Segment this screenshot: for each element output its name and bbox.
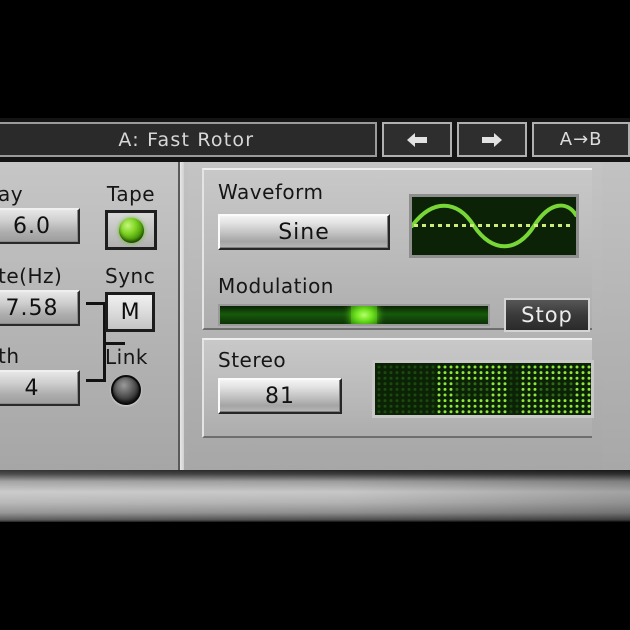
stereo-dot-matrix-icon [375,363,591,415]
plugin-window: A: Fast Rotor A→B ay 6.0 te(Hz) 7.58 th … [0,0,630,630]
delay-label: ay [0,182,24,206]
stop-button[interactable]: Stop [504,298,590,332]
sync-mode-value: M [120,299,140,325]
right-parameter-panel: Waveform Sine Modulation Stop Stereo 81 [188,162,602,470]
stereo-group: Stereo 81 [202,338,594,438]
width-value-field[interactable]: 4 [0,370,80,406]
arrow-left-icon [404,131,430,149]
rate-label: te(Hz) [0,264,63,288]
arrow-right-icon [479,131,505,149]
width-label: th [0,344,20,368]
waveform-label: Waveform [218,180,324,204]
preset-name-text: A: Fast Rotor [118,128,255,151]
sync-group: Sync M [105,264,156,332]
letterbox-top [0,0,630,118]
prev-preset-button[interactable] [381,122,452,157]
next-preset-button[interactable] [456,122,528,157]
sync-label: Sync [105,264,156,288]
stereo-value-button[interactable]: 81 [218,378,342,414]
chassis-metal-strip [0,470,630,522]
tape-led-icon [118,217,144,243]
waveform-group: Waveform Sine Modulation Stop [202,168,592,332]
rate-row: te(Hz) 7.58 [0,264,80,326]
rate-value-field[interactable]: 7.58 [0,290,80,326]
left-parameter-panel: ay 6.0 te(Hz) 7.58 th 4 Tape Sync M Link [0,162,184,470]
delay-value: 6.0 [13,213,51,239]
stereo-label: Stereo [218,348,287,372]
stereo-value-text: 81 [265,383,295,409]
waveform-select-button[interactable]: Sine [218,214,390,250]
stop-button-label: Stop [521,303,573,327]
preset-name-display[interactable]: A: Fast Rotor [0,122,377,157]
width-row: th 4 [0,344,80,406]
modulation-slider-thumb[interactable] [351,306,378,324]
link-label: Link [105,345,148,369]
rate-value: 7.58 [5,295,59,321]
plugin-body: ay 6.0 te(Hz) 7.58 th 4 Tape Sync M Link… [0,162,630,470]
waveform-selected-value: Sine [278,219,330,245]
sine-wave-icon [412,197,576,255]
tape-group: Tape [105,182,157,250]
width-value: 4 [24,375,40,401]
plugin-header: A: Fast Rotor A→B [0,118,630,162]
sync-mode-button[interactable]: M [105,292,156,332]
tape-label: Tape [106,182,156,206]
waveform-scope-display [409,194,579,258]
link-knob[interactable] [111,375,142,405]
modulation-label: Modulation [218,274,334,298]
copy-a-to-b-label: A→B [559,129,603,150]
link-group: Link [105,345,148,405]
delay-row: ay 6.0 [0,182,80,244]
tape-toggle[interactable] [105,210,157,250]
letterbox-bottom [0,540,630,630]
copy-a-to-b-button[interactable]: A→B [532,122,630,157]
stereo-matrix-display [372,360,594,418]
delay-value-field[interactable]: 6.0 [0,208,80,244]
modulation-slider[interactable] [218,304,490,326]
